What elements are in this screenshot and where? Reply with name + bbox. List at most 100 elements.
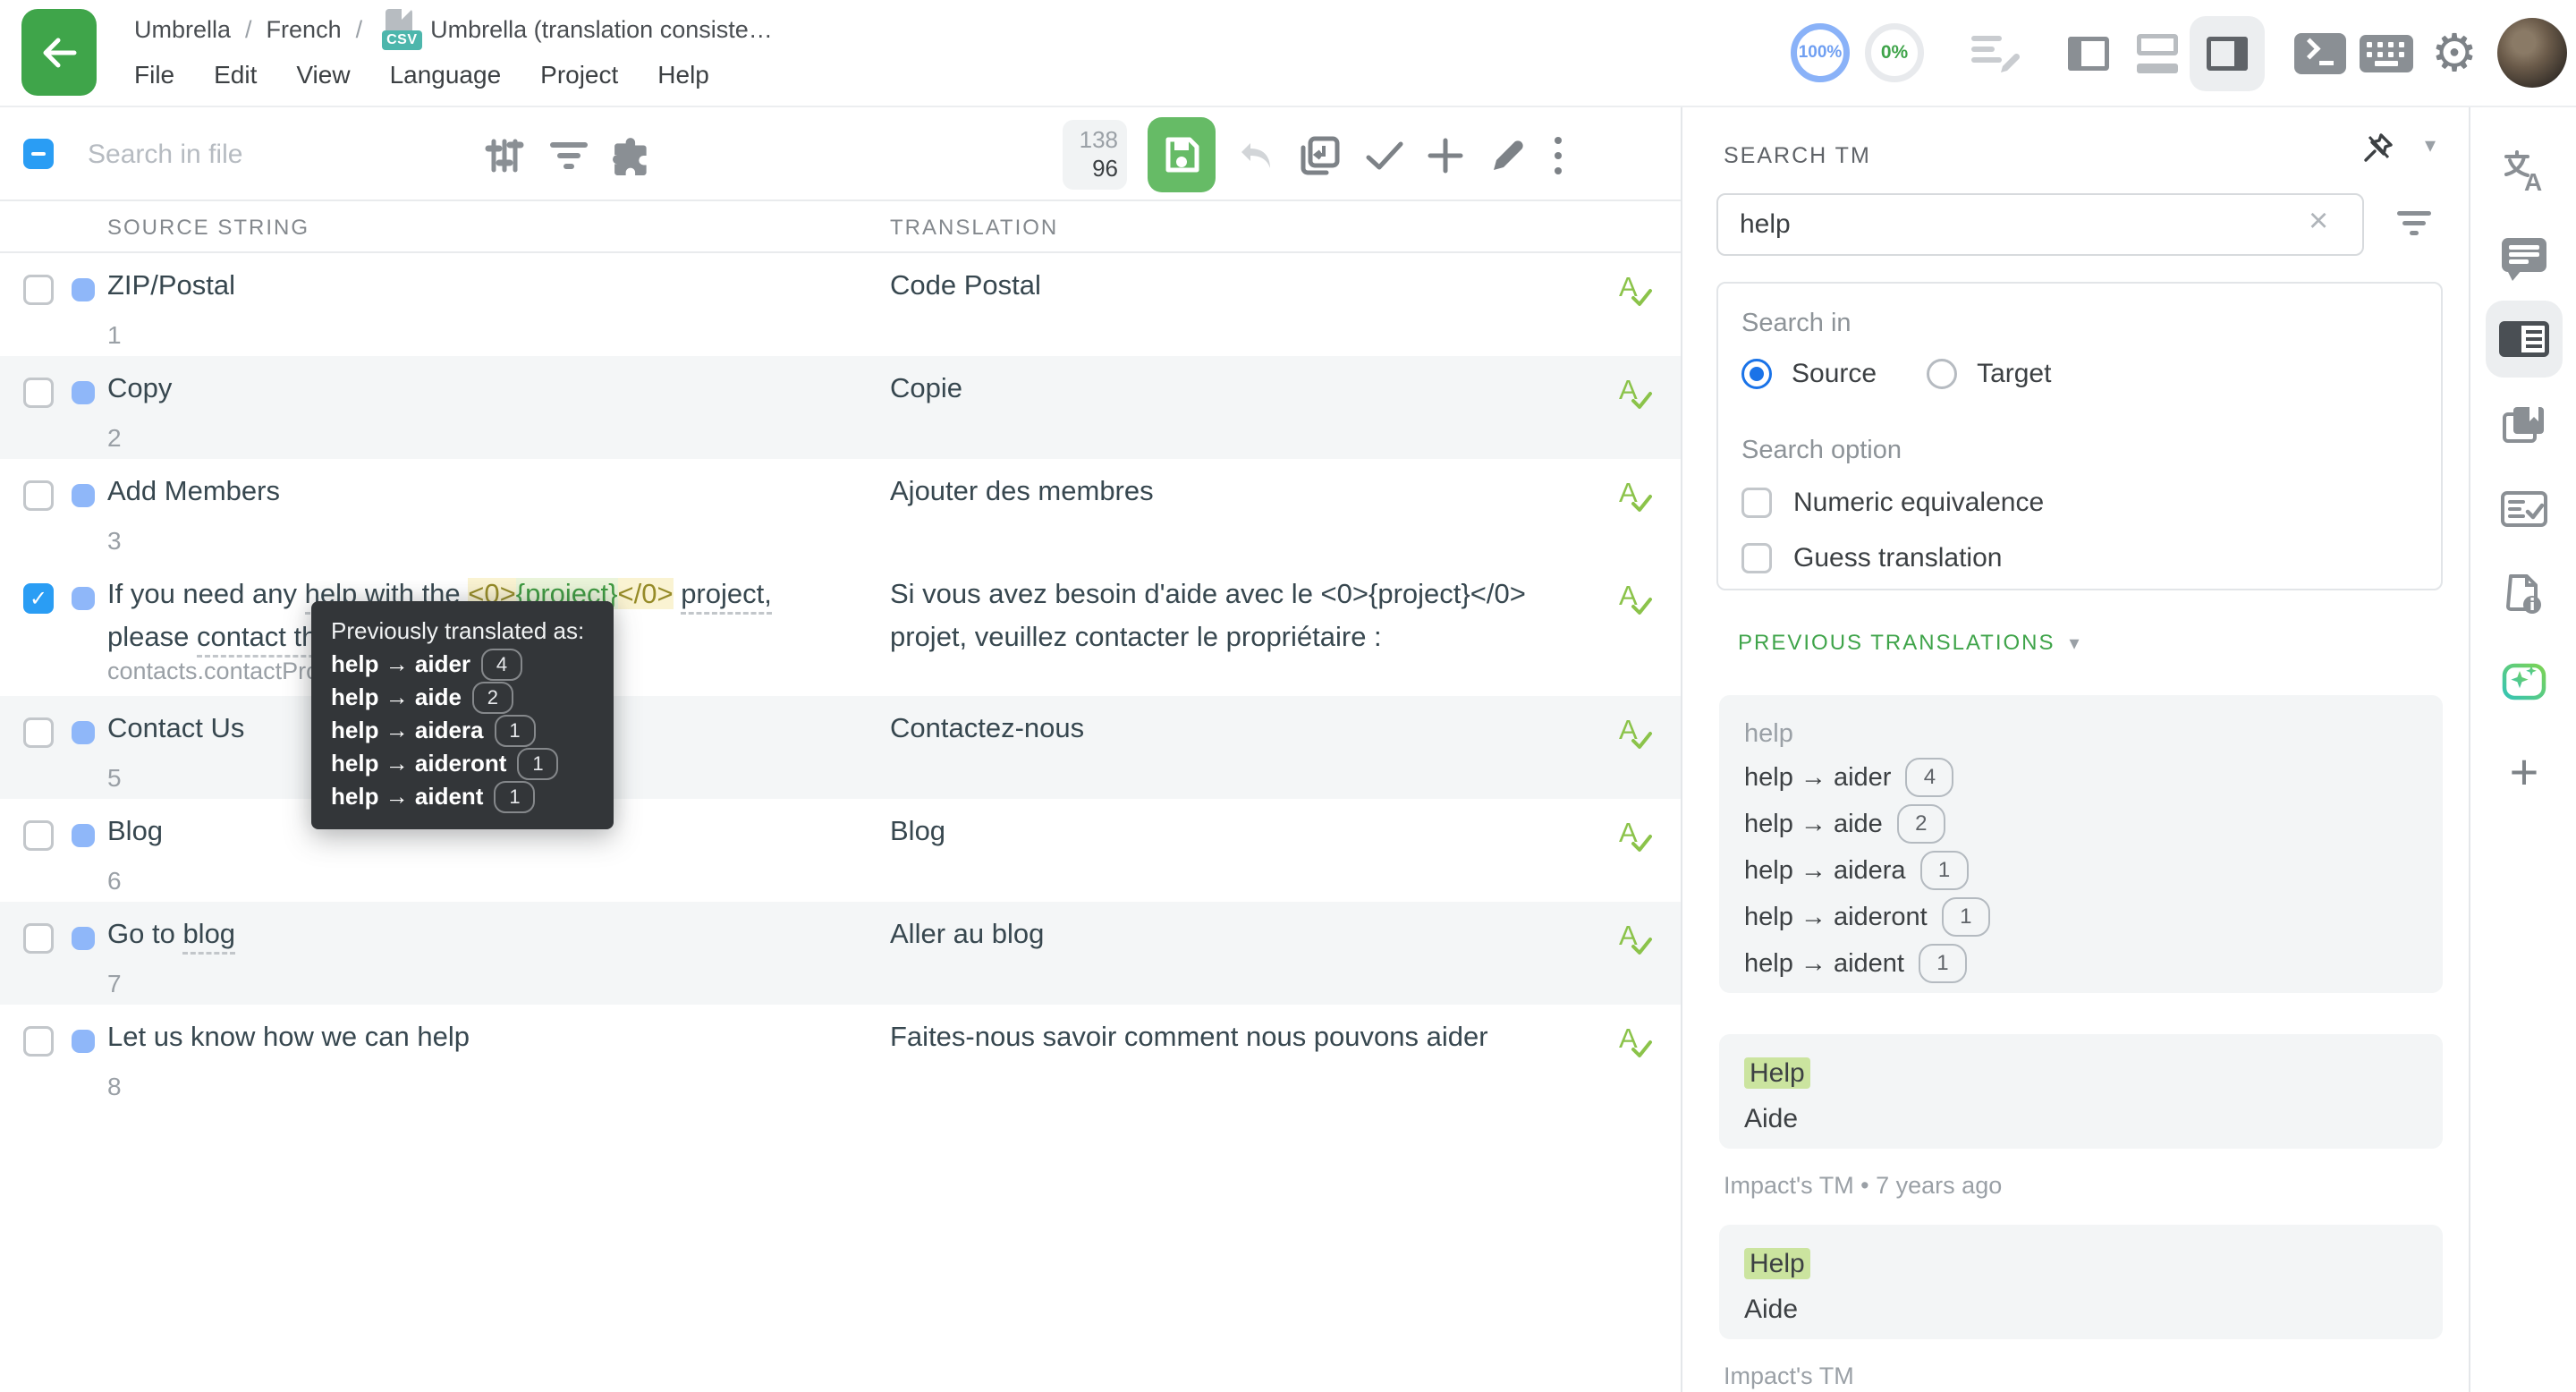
- shortcuts-button[interactable]: [2349, 16, 2424, 91]
- menu-view[interactable]: View: [296, 61, 350, 89]
- console-button[interactable]: [2283, 16, 2358, 91]
- previous-translation-item[interactable]: help → aidera1: [1744, 847, 2418, 894]
- table-row[interactable]: CopyCopie2A: [0, 356, 1681, 459]
- table-header: SOURCE STRING TRANSLATION: [0, 201, 1681, 253]
- pair-text: help → aide: [1744, 801, 1883, 847]
- tooltip-count-badge: 2: [472, 682, 513, 714]
- tooltip-translation-item: help → aider4: [331, 648, 594, 681]
- tm-search-input[interactable]: [1716, 193, 2364, 256]
- layout-left-panel-button[interactable]: [2051, 16, 2126, 91]
- panel-chevron-down-icon[interactable]: ▾: [2425, 132, 2436, 158]
- more-actions-button[interactable]: [1537, 134, 1580, 177]
- menu-edit[interactable]: Edit: [214, 61, 257, 89]
- user-avatar[interactable]: [2497, 18, 2567, 88]
- pair-text: help → aidera: [1744, 847, 1906, 894]
- pin-panel-button[interactable]: [2358, 127, 2399, 168]
- text-line: Let us know how we can help: [107, 1015, 470, 1058]
- breadcrumb-separator: /: [356, 16, 363, 44]
- radio-source[interactable]: Source: [1741, 359, 1877, 389]
- row-checkbox[interactable]: [23, 717, 54, 748]
- highlighted-match: Help: [1744, 1057, 1810, 1089]
- tm-filter-button[interactable]: [2396, 211, 2432, 242]
- draft-edits-button[interactable]: [1957, 16, 2032, 91]
- save-button[interactable]: [1148, 117, 1216, 192]
- table-row[interactable]: ZIP/PostalCode Postal1A: [0, 253, 1681, 356]
- row-checkbox[interactable]: [23, 923, 54, 954]
- table-row[interactable]: Contact UsContactez-nous5A: [0, 696, 1681, 799]
- menu-language[interactable]: Language: [390, 61, 502, 89]
- row-checkbox[interactable]: [23, 275, 54, 305]
- approved-progress-badge[interactable]: 0%: [1865, 23, 1924, 82]
- rail-add-panel-button[interactable]: +: [2486, 734, 2563, 811]
- tooltip-count-badge: 1: [494, 781, 535, 813]
- tm-result-card[interactable]: HelpAide: [1719, 1034, 2443, 1149]
- layout-right-panel-button[interactable]: [2190, 16, 2265, 91]
- settings-button[interactable]: ⚙: [2417, 16, 2492, 91]
- filter-strings-button[interactable]: [547, 134, 590, 177]
- rail-ai-tab[interactable]: [2486, 642, 2563, 719]
- checkbox-guess-translation[interactable]: Guess translation: [1741, 543, 2002, 573]
- table-row[interactable]: ✓If you need any help with the <0>{proje…: [0, 562, 1681, 696]
- source-string-text: Go to blog: [107, 912, 235, 955]
- search-in-file-input[interactable]: [86, 127, 465, 182]
- row-checkbox[interactable]: ✓: [23, 583, 54, 614]
- previous-translation-item[interactable]: help → aident1: [1744, 940, 2418, 987]
- approve-button[interactable]: [1363, 134, 1406, 177]
- row-checkbox[interactable]: [23, 480, 54, 511]
- menubar: File Edit View Language Project Help: [134, 52, 709, 98]
- rail-comments-tab[interactable]: [2486, 216, 2563, 293]
- breadcrumb-file-name[interactable]: Umbrella (translation consiste…: [430, 16, 773, 44]
- radio-dot[interactable]: [1741, 359, 1772, 389]
- filter-settings-button[interactable]: [483, 134, 526, 177]
- previous-translation-item[interactable]: help → aider4: [1744, 754, 2418, 801]
- rail-file-info-tab[interactable]: [2486, 556, 2563, 633]
- clear-search-icon[interactable]: ×: [2309, 204, 2328, 238]
- string-status-badge: [72, 1030, 95, 1053]
- count-total: 138: [1072, 125, 1118, 154]
- previous-translations-toggle[interactable]: PREVIOUS TRANSLATIONS▾: [1738, 631, 2081, 656]
- rail-checks-tab[interactable]: [2486, 471, 2563, 547]
- table-row[interactable]: BlogBlog6A: [0, 799, 1681, 902]
- select-all-checkbox[interactable]: [23, 139, 54, 169]
- radio-dot[interactable]: [1927, 359, 1957, 389]
- radio-target[interactable]: Target: [1927, 359, 2051, 389]
- copy-source-icon: [1300, 135, 1341, 176]
- checkbox-numeric-equivalence[interactable]: Numeric equivalence: [1741, 488, 2044, 518]
- menu-project[interactable]: Project: [540, 61, 618, 89]
- menu-file[interactable]: File: [134, 61, 174, 89]
- table-row[interactable]: Let us know how we can helpFaites-nous s…: [0, 1005, 1681, 1108]
- previous-translation-item[interactable]: help → aide2: [1744, 801, 2418, 847]
- layout-bottom-panel-button[interactable]: [2120, 16, 2195, 91]
- copy-source-button[interactable]: [1299, 134, 1342, 177]
- spellcheck-approved-icon: A: [1612, 475, 1655, 518]
- row-checkbox[interactable]: [23, 1026, 54, 1057]
- rail-translate-tab[interactable]: A: [2486, 132, 2563, 209]
- previous-translation-item[interactable]: help → aideront1: [1744, 894, 2418, 940]
- undo-button[interactable]: [1236, 134, 1279, 177]
- tm-result-card[interactable]: HelpAide: [1719, 1225, 2443, 1339]
- translation-text: Code Postal: [890, 264, 1041, 307]
- plugins-button[interactable]: [612, 134, 655, 177]
- layout-left-icon: [2068, 37, 2109, 71]
- checkbox-box[interactable]: [1741, 543, 1772, 573]
- rail-glossary-tab[interactable]: [2486, 386, 2563, 463]
- table-row[interactable]: Add MembersAjouter des membres3A: [0, 459, 1681, 562]
- pencil-icon: [1489, 137, 1527, 174]
- back-button[interactable]: [21, 9, 97, 96]
- table-row[interactable]: Go to blogAller au blog7A: [0, 902, 1681, 1005]
- text-line: Blog: [890, 810, 945, 853]
- row-checkbox[interactable]: [23, 820, 54, 851]
- breadcrumb-item[interactable]: French: [267, 16, 342, 44]
- translated-progress-badge[interactable]: 100%: [1791, 23, 1850, 82]
- plain-text: Aller au blog: [890, 918, 1044, 949]
- rail-search-tm-tab[interactable]: [2486, 301, 2563, 378]
- tooltip-pair-text: help → aider: [331, 648, 470, 681]
- add-string-button[interactable]: [1424, 134, 1467, 177]
- csv-file-icon: CSV: [382, 9, 418, 50]
- checkbox-box[interactable]: [1741, 488, 1772, 518]
- menu-help[interactable]: Help: [657, 61, 709, 89]
- row-checkbox[interactable]: [23, 378, 54, 408]
- edit-string-button[interactable]: [1487, 134, 1530, 177]
- breadcrumb-item[interactable]: Umbrella: [134, 16, 231, 44]
- text-line: Contact Us: [107, 707, 244, 750]
